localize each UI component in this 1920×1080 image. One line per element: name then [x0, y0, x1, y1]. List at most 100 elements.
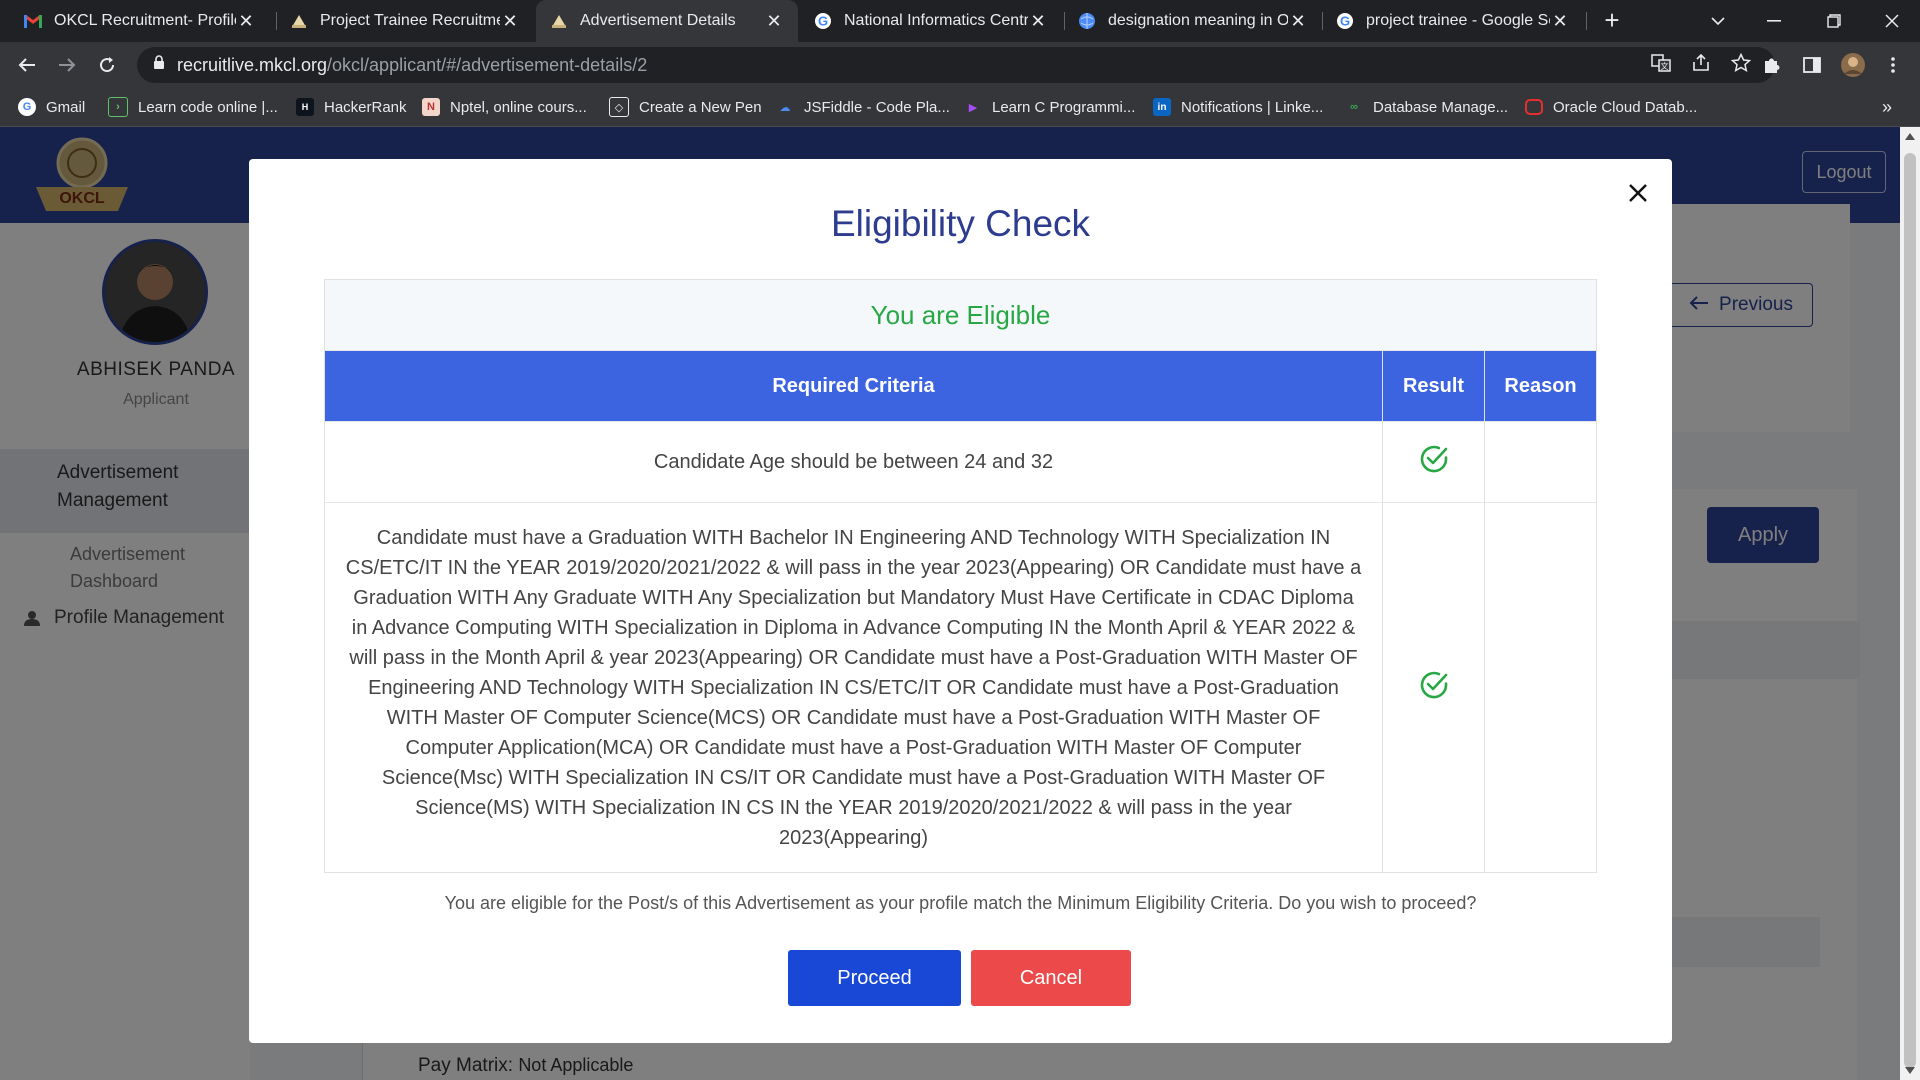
bookmark-label: Learn C Programmi...	[992, 98, 1136, 116]
criteria-text: Candidate must have a Graduation WITH Ba…	[345, 527, 1362, 849]
browser-tab[interactable]: OKCL Recruitment- Profile C ✕	[10, 0, 270, 42]
browser-menu-icon[interactable]	[1878, 50, 1908, 80]
tab-title: OKCL Recruitment- Profile C	[54, 12, 236, 29]
svg-text:文: 文	[1661, 61, 1669, 71]
proceed-button[interactable]: Proceed	[788, 950, 961, 1006]
browser-toolbar: recruitlive.mkcl.org/okcl/applicant/#/ad…	[0, 42, 1920, 88]
modal-title: Eligibility Check	[830, 203, 1091, 244]
forward-icon[interactable]	[52, 50, 82, 80]
browser-tab[interactable]: Project Trainee Recruitment ✕	[276, 0, 534, 42]
google-icon: G	[18, 98, 36, 116]
eligibility-modal: Eligibility Check You are Eligible Requi…	[249, 159, 1672, 1043]
gmail-icon	[24, 12, 42, 30]
share-icon[interactable]	[1691, 53, 1711, 78]
eligibility-table-box: You are Eligible Required Criteria Resul…	[324, 279, 1597, 873]
reload-icon[interactable]	[92, 50, 122, 80]
close-tab-icon[interactable]: ✕	[1288, 11, 1308, 32]
criteria-table: Required Criteria Result Reason Candidat…	[325, 351, 1596, 873]
tab-title: Advertisement Details	[580, 12, 736, 29]
svg-text:G: G	[1340, 14, 1350, 29]
learn-c-icon: ▶	[968, 101, 978, 114]
more-bookmarks-icon[interactable]: »	[1882, 88, 1892, 126]
profile-avatar-icon[interactable]	[1838, 50, 1868, 80]
tab-title: National Informatics Centre	[844, 12, 1028, 29]
code-icon: ›	[108, 97, 128, 117]
tab-search-icon[interactable]	[1690, 0, 1746, 42]
browser-tab-strip: OKCL Recruitment- Profile C ✕ Project Tr…	[0, 0, 1920, 42]
bookmark-label: Nptel, online cours...	[450, 98, 587, 116]
column-header: Reason	[1484, 351, 1596, 422]
bookmark-label: Database Manage...	[1373, 98, 1509, 116]
bookmark-label: Oracle Cloud Datab...	[1553, 98, 1698, 116]
google-icon: G	[814, 12, 832, 30]
linkedin-icon: in	[1153, 98, 1171, 116]
column-header: Result	[1382, 351, 1485, 422]
lock-icon[interactable]	[153, 55, 165, 75]
site-icon	[290, 12, 308, 30]
modal-message: You are eligible for the Post/s of this …	[444, 893, 1477, 913]
bookmark-label: HackerRank	[324, 98, 407, 116]
back-icon[interactable]	[12, 50, 42, 80]
translate-icon[interactable]: 文	[1651, 53, 1671, 78]
browser-tab[interactable]: G National Informatics Centre ✕	[800, 0, 1062, 42]
minimize-icon[interactable]	[1746, 0, 1802, 42]
close-tab-icon[interactable]: ✕	[500, 11, 520, 32]
new-tab-button[interactable]: +	[1598, 6, 1626, 34]
tab-title: Project Trainee Recruitment	[320, 12, 500, 29]
extensions-icon[interactable]	[1757, 50, 1787, 80]
close-window-icon[interactable]	[1864, 0, 1920, 42]
scroll-down-icon[interactable]	[1905, 1067, 1915, 1074]
reason-cell	[1484, 502, 1596, 873]
reason-cell	[1484, 421, 1596, 503]
svg-text:G: G	[818, 14, 828, 29]
bookmark-oracle[interactable]: Oracle Cloud Datab...	[1525, 88, 1697, 126]
scrollbar-thumb[interactable]	[1904, 153, 1916, 1068]
criteria-text: Candidate Age should be between 24 and 3…	[653, 450, 1054, 473]
bookmark-learn-code[interactable]: › Learn code online |...	[108, 88, 278, 126]
bookmark-label: Notifications | Linke...	[1181, 98, 1324, 116]
bookmark-learn-c[interactable]: ▶ Learn C Programmi...	[964, 88, 1136, 126]
close-tab-icon[interactable]: ✕	[1550, 11, 1570, 32]
bookmark-gmail[interactable]: G Gmail	[18, 88, 85, 126]
tab-title: project trainee - Google Se	[1366, 12, 1550, 29]
browser-tab[interactable]: G project trainee - Google Se ✕	[1322, 0, 1584, 42]
globe-icon	[1078, 12, 1096, 30]
page-scrollbar[interactable]	[1900, 127, 1920, 1080]
close-tab-icon[interactable]: ✕	[764, 11, 784, 32]
check-circle-icon	[1419, 444, 1449, 474]
table-row: Candidate must have a Graduation WITH Ba…	[325, 502, 1596, 873]
database-icon: ∞	[1350, 101, 1358, 113]
hackerrank-icon: H	[296, 98, 314, 116]
bookmark-codepen[interactable]: ◇ Create a New Pen	[609, 88, 762, 126]
oracle-icon	[1525, 99, 1543, 115]
bookmark-jsfiddle[interactable]: ☁ JSFiddle - Code Pla...	[776, 88, 950, 126]
bookmark-nptel[interactable]: N Nptel, online cours...	[422, 88, 587, 126]
bookmark-label: Gmail	[46, 98, 86, 116]
bookmark-label: Learn code online |...	[138, 98, 278, 116]
bookmark-label: Create a New Pen	[639, 98, 762, 116]
scroll-up-icon[interactable]	[1905, 133, 1915, 140]
column-header: Required Criteria	[325, 351, 1383, 422]
browser-tab-active[interactable]: Advertisement Details ✕	[536, 0, 798, 42]
cancel-button[interactable]: Cancel	[971, 950, 1131, 1006]
close-tab-icon[interactable]: ✕	[1028, 11, 1048, 32]
close-tab-icon[interactable]: ✕	[236, 11, 256, 32]
bookmark-hackerrank[interactable]: H HackerRank	[296, 88, 407, 126]
result-cell	[1382, 421, 1485, 503]
bookmark-linkedin[interactable]: in Notifications | Linke...	[1153, 88, 1323, 126]
eligibility-status: You are Eligible	[325, 280, 1596, 351]
restore-icon[interactable]	[1806, 0, 1862, 42]
result-cell	[1382, 502, 1485, 873]
site-icon	[550, 12, 568, 30]
side-panel-icon[interactable]	[1797, 50, 1827, 80]
address-bar[interactable]: recruitlive.mkcl.org/okcl/applicant/#/ad…	[137, 47, 1775, 83]
google-icon: G	[1336, 12, 1354, 30]
tab-title: designation meaning in Ori	[1108, 12, 1288, 29]
bookmark-label: JSFiddle - Code Pla...	[804, 98, 950, 116]
url-text: recruitlive.mkcl.org/okcl/applicant/#/ad…	[177, 54, 648, 75]
cloud-icon: ☁	[779, 101, 791, 114]
browser-tab[interactable]: designation meaning in Ori ✕	[1064, 0, 1322, 42]
criteria-cell: Candidate must have a Graduation WITH Ba…	[325, 502, 1383, 873]
bookmark-star-icon[interactable]	[1730, 52, 1752, 78]
bookmark-database[interactable]: ∞ Database Manage...	[1345, 88, 1508, 126]
